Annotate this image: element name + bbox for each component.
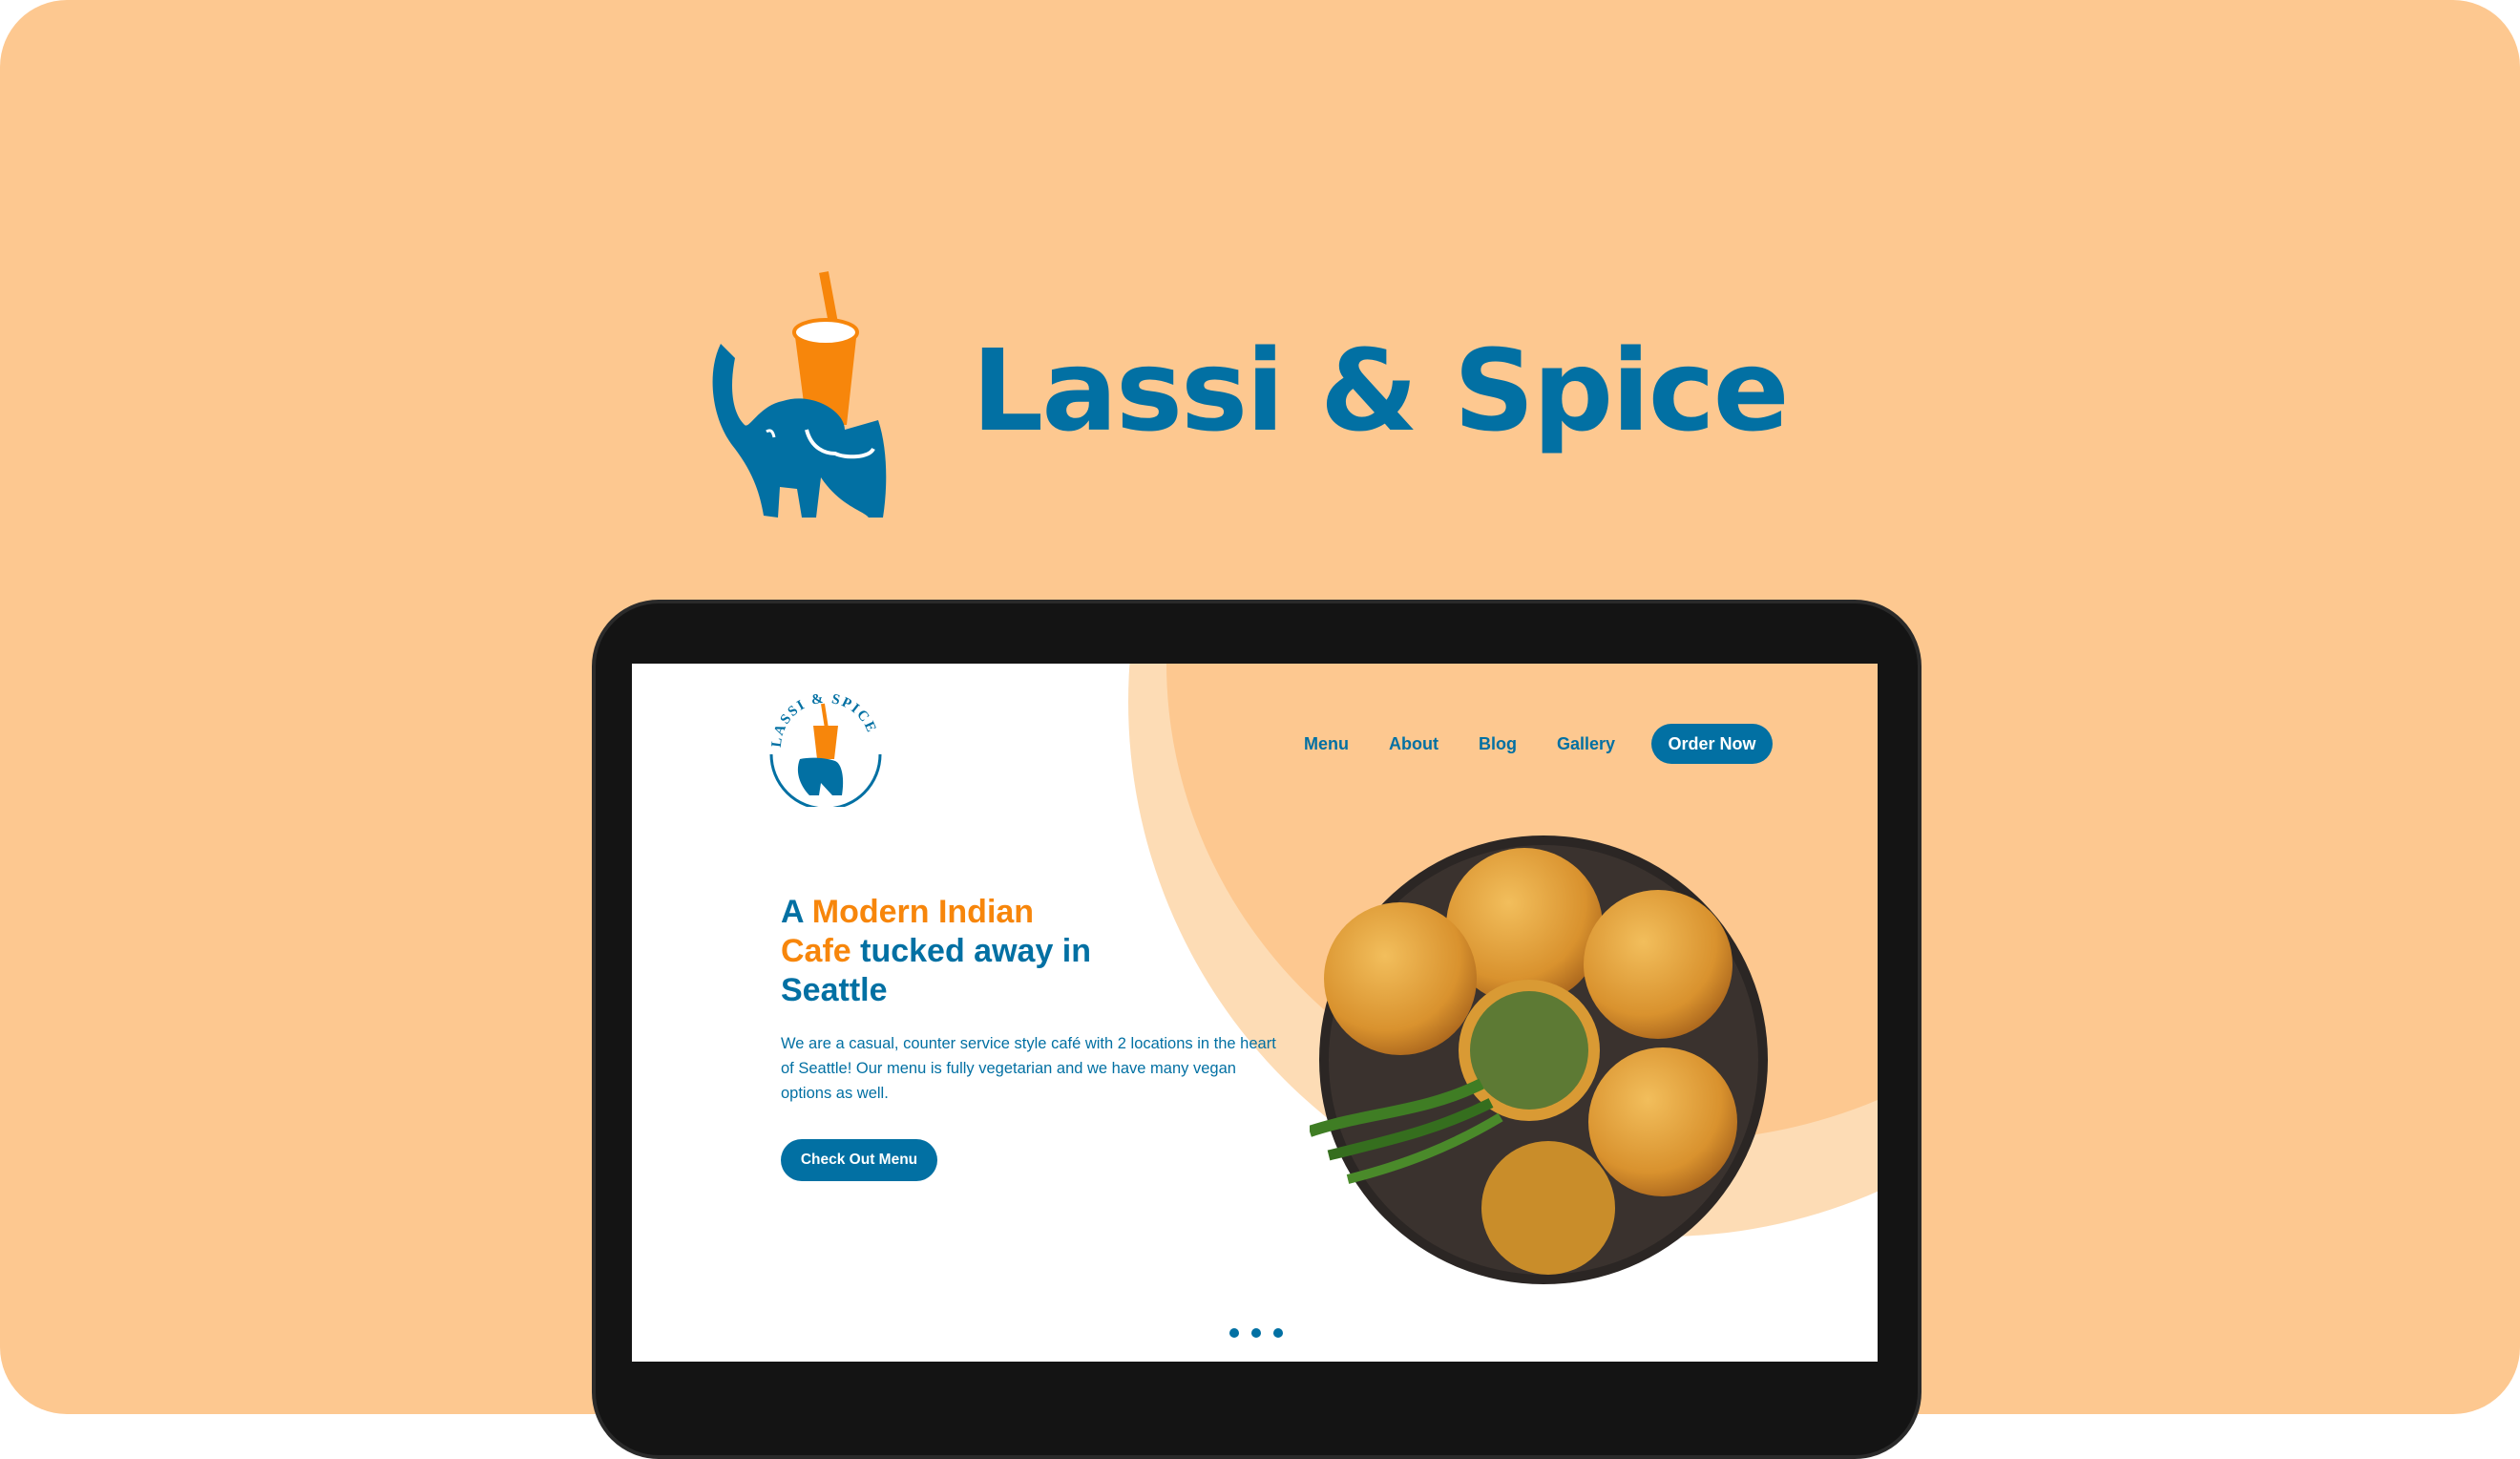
carousel-dots [1229, 1328, 1283, 1338]
hero-headline: A Modern Indian Cafe tucked away in Seatt… [781, 893, 1163, 1010]
headline-part: A [781, 894, 812, 930]
food-plate-image [1310, 835, 1768, 1284]
carousel-dot[interactable] [1229, 1328, 1239, 1338]
carousel-dot[interactable] [1251, 1328, 1261, 1338]
website-screen: LASSI & SPICE Menu About Blog Gallery Or… [632, 664, 1878, 1362]
nav-blog[interactable]: Blog [1479, 734, 1517, 754]
headline-highlight: Modern Indian [811, 894, 1035, 930]
site-logo[interactable]: LASSI & SPICE [764, 683, 888, 807]
nav-menu[interactable]: Menu [1304, 734, 1349, 754]
main-nav: Menu About Blog Gallery Order Now [1304, 724, 1774, 764]
order-now-button[interactable]: Order Now [1651, 724, 1774, 764]
check-out-menu-button[interactable]: Check Out Menu [781, 1139, 937, 1181]
headline-highlight: Cafe [781, 933, 851, 969]
elephant-lassi-logo-icon [712, 271, 887, 518]
nav-about[interactable]: About [1389, 734, 1438, 754]
carousel-dot[interactable] [1273, 1328, 1283, 1338]
brand-title: Lassi & Spice [972, 325, 1790, 456]
nav-gallery[interactable]: Gallery [1557, 734, 1615, 754]
hero-description: We are a casual, counter service style c… [781, 1035, 1276, 1102]
